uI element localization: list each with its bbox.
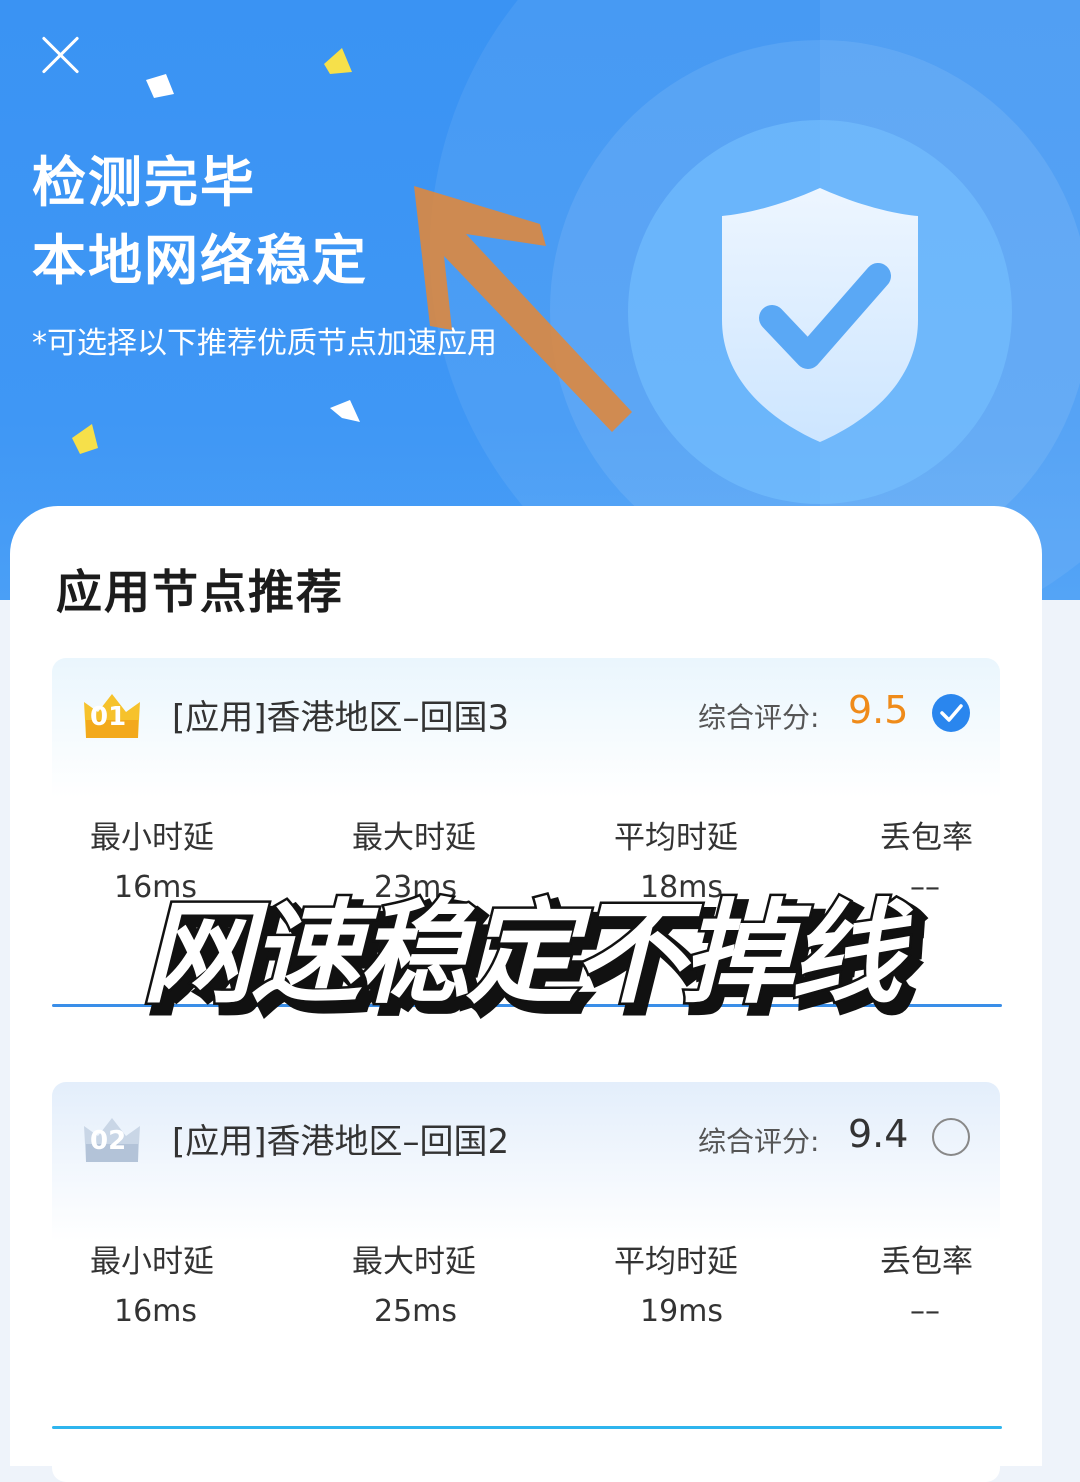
promo-caption-text: 网速稳定不掉线 (142, 889, 914, 1019)
shield-check-icon (722, 188, 918, 442)
confetti-icon (330, 400, 360, 422)
avg-latency-label: 平均时延 (614, 820, 738, 856)
avg-latency-value: 19ms (640, 1294, 724, 1329)
node-name: [应用]香港地区–回国3 (172, 698, 510, 738)
select-node-checkbox[interactable] (932, 694, 970, 732)
confetti-icon (146, 74, 174, 98)
min-latency-label: 最小时延 (90, 820, 214, 856)
annotation-arrow-icon (414, 186, 632, 432)
packet-loss-label: 丢包率 (880, 820, 973, 856)
score-label: 综合评分: (698, 1125, 820, 1158)
packet-loss-label: 丢包率 (880, 1244, 973, 1280)
confetti-icon (72, 424, 98, 454)
result-status: 本地网络稳定 (32, 229, 368, 292)
score-label: 综合评分: (698, 701, 820, 734)
packet-loss-value: –– (910, 1294, 940, 1329)
close-button[interactable] (38, 32, 84, 78)
min-latency-value: 16ms (114, 1294, 198, 1329)
node-name: [应用]香港地区–回国2 (172, 1122, 510, 1162)
promo-caption: 网速稳定不掉线 网速稳定不掉线 (140, 888, 931, 1028)
score-value: 9.5 (848, 688, 909, 732)
max-latency-value: 25ms (374, 1294, 458, 1329)
score-value: 9.4 (848, 1112, 909, 1156)
rank-number: 01 (90, 702, 127, 732)
node-card[interactable]: 02 [应用]香港地区–回国2 综合评分: 9.4 最小时延 最大时延 平均时延… (52, 1082, 1002, 1482)
select-node-radio[interactable] (932, 1118, 970, 1156)
result-title: 检测完毕 (32, 151, 256, 214)
latency-trend-line (52, 1426, 1002, 1429)
min-latency-label: 最小时延 (90, 1244, 214, 1280)
confetti-icon (324, 48, 352, 74)
panel-title: 应用节点推荐 (56, 565, 344, 619)
max-latency-label: 最大时延 (352, 820, 476, 856)
avg-latency-label: 平均时延 (614, 1244, 738, 1280)
max-latency-label: 最大时延 (352, 1244, 476, 1280)
check-circle-icon (940, 704, 963, 722)
rank-number: 02 (90, 1126, 127, 1156)
